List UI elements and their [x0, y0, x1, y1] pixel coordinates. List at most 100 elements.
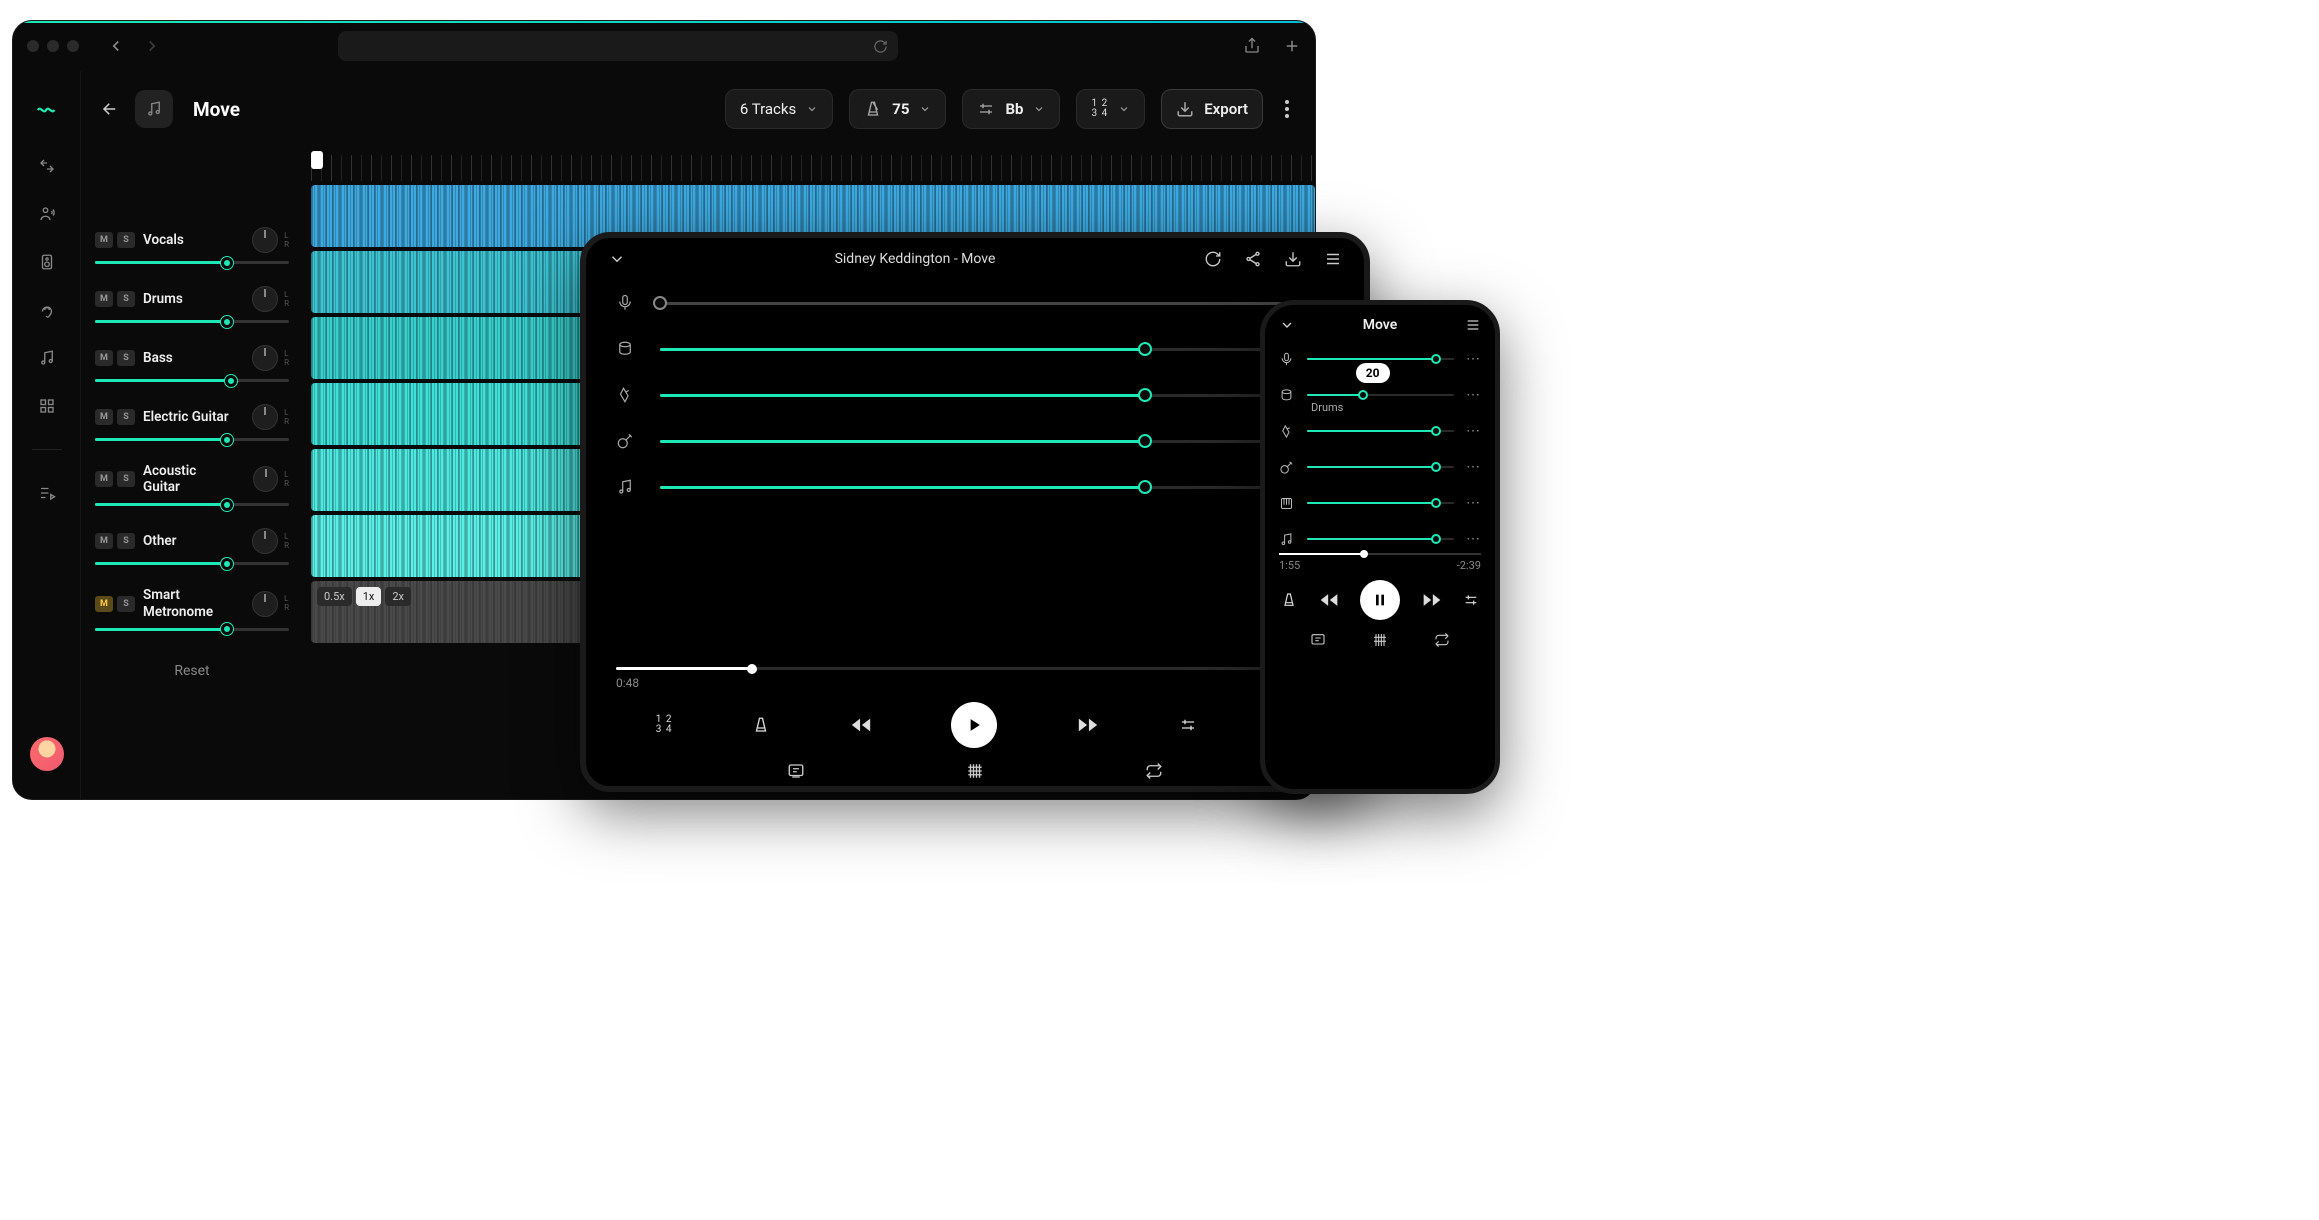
export-button[interactable]: Export	[1161, 89, 1263, 129]
loop-icon[interactable]	[1204, 250, 1222, 268]
key-dropdown[interactable]: Bb	[962, 89, 1060, 129]
row-menu-icon[interactable]: ⋯	[1466, 387, 1481, 403]
countin-button[interactable]: 1 23 4	[656, 715, 673, 735]
volume-slider[interactable]	[1307, 538, 1454, 540]
repeat-icon[interactable]	[1434, 632, 1450, 648]
window-controls[interactable]	[27, 40, 79, 52]
menu-icon[interactable]	[1324, 250, 1342, 268]
forward-icon[interactable]	[1422, 590, 1442, 610]
mute-button[interactable]: M	[95, 471, 113, 487]
tracks-dropdown[interactable]: 6 Tracks	[725, 89, 833, 129]
playlist-icon[interactable]	[38, 484, 56, 502]
volume-slider[interactable]	[660, 486, 1334, 489]
mute-button[interactable]: M	[95, 232, 113, 248]
collapse-icon[interactable]	[608, 250, 626, 268]
pan-knob[interactable]	[253, 466, 278, 492]
row-menu-icon[interactable]: ⋯	[1466, 531, 1481, 547]
volume-slider[interactable]	[660, 440, 1334, 443]
mute-button[interactable]: M	[95, 533, 113, 549]
back-icon[interactable]	[107, 37, 125, 55]
volume-slider[interactable]	[1307, 502, 1454, 504]
address-bar[interactable]	[338, 31, 898, 61]
mute-button[interactable]: M	[95, 596, 113, 612]
row-menu-icon[interactable]: ⋯	[1466, 423, 1481, 439]
rewind-icon[interactable]	[1319, 590, 1339, 610]
volume-slider[interactable]	[1307, 466, 1454, 468]
solo-button[interactable]: S	[117, 232, 135, 248]
solo-button[interactable]: S	[117, 471, 135, 487]
sliders-icon[interactable]	[1463, 592, 1479, 608]
volume-slider[interactable]	[660, 302, 1334, 305]
new-tab-icon[interactable]	[1283, 37, 1301, 55]
mute-button[interactable]: M	[95, 350, 113, 366]
play-button[interactable]	[951, 702, 997, 748]
lyrics-icon[interactable]	[1310, 632, 1326, 648]
forward-icon[interactable]	[1077, 714, 1099, 736]
pan-knob[interactable]	[252, 404, 278, 430]
lyrics-icon[interactable]	[787, 762, 805, 780]
repeat-icon[interactable]	[1145, 762, 1163, 780]
volume-slider[interactable]	[1307, 394, 1454, 396]
speed-half[interactable]: 0.5x	[317, 587, 352, 606]
pan-knob[interactable]	[252, 286, 278, 312]
more-menu-icon[interactable]	[1279, 100, 1295, 118]
grid-icon[interactable]	[38, 397, 56, 415]
reset-button[interactable]: Reset	[95, 663, 289, 679]
mute-button[interactable]: M	[95, 291, 113, 307]
reload-icon[interactable]	[873, 39, 888, 54]
user-avatar[interactable]	[30, 737, 64, 771]
metronome-icon[interactable]	[1281, 592, 1297, 608]
speed-two[interactable]: 2x	[385, 587, 411, 606]
solo-button[interactable]: S	[117, 409, 135, 425]
volume-slider[interactable]	[95, 562, 289, 565]
chords-icon[interactable]	[966, 762, 984, 780]
solo-button[interactable]: S	[117, 596, 135, 612]
voice-icon[interactable]	[38, 205, 56, 223]
share-icon[interactable]	[1243, 37, 1261, 55]
pause-button[interactable]	[1360, 580, 1400, 620]
tablet-progress[interactable]	[616, 667, 1334, 670]
volume-slider[interactable]	[95, 320, 289, 323]
speaker-icon[interactable]	[38, 253, 56, 271]
countin-dropdown[interactable]: 1 23 4	[1076, 89, 1145, 129]
pan-knob[interactable]	[252, 345, 278, 371]
row-menu-icon[interactable]: ⋯	[1466, 495, 1481, 511]
download-icon[interactable]	[1284, 250, 1302, 268]
app-logo-icon[interactable]	[36, 99, 58, 121]
phone-progress[interactable]	[1279, 553, 1481, 555]
toolbar-back-icon[interactable]	[101, 100, 119, 118]
solo-button[interactable]: S	[117, 291, 135, 307]
solo-button[interactable]: S	[117, 533, 135, 549]
volume-slider[interactable]	[660, 394, 1334, 397]
pan-knob[interactable]	[252, 227, 278, 253]
sliders-icon[interactable]	[1179, 716, 1197, 734]
row-menu-icon[interactable]: ⋯	[1466, 459, 1481, 475]
volume-slider[interactable]	[660, 348, 1334, 351]
chords-icon[interactable]	[1372, 632, 1388, 648]
collapse-icon[interactable]	[1279, 317, 1295, 333]
ear-icon[interactable]	[38, 301, 56, 319]
share-icon[interactable]	[1244, 250, 1262, 268]
volume-slider[interactable]	[95, 628, 289, 631]
split-icon[interactable]	[38, 157, 56, 175]
pan-knob[interactable]	[252, 528, 278, 554]
pan-knob[interactable]	[252, 591, 278, 617]
volume-slider[interactable]	[95, 438, 289, 441]
volume-slider[interactable]	[1307, 430, 1454, 432]
volume-slider[interactable]	[95, 379, 289, 382]
music-note-icon[interactable]	[38, 349, 56, 367]
row-menu-icon[interactable]: ⋯	[1466, 351, 1481, 367]
mute-button[interactable]: M	[95, 409, 113, 425]
playhead[interactable]	[311, 151, 323, 169]
volume-slider[interactable]	[1307, 358, 1454, 360]
menu-icon[interactable]	[1465, 317, 1481, 333]
tempo-dropdown[interactable]: 75	[849, 89, 946, 129]
ruler[interactable]	[303, 147, 1315, 181]
solo-button[interactable]: S	[117, 350, 135, 366]
rewind-icon[interactable]	[850, 714, 872, 736]
metronome-icon[interactable]	[752, 716, 770, 734]
volume-slider[interactable]	[95, 503, 289, 506]
forward-icon[interactable]	[143, 37, 161, 55]
volume-slider[interactable]	[95, 261, 289, 264]
speed-one[interactable]: 1x	[356, 587, 382, 606]
